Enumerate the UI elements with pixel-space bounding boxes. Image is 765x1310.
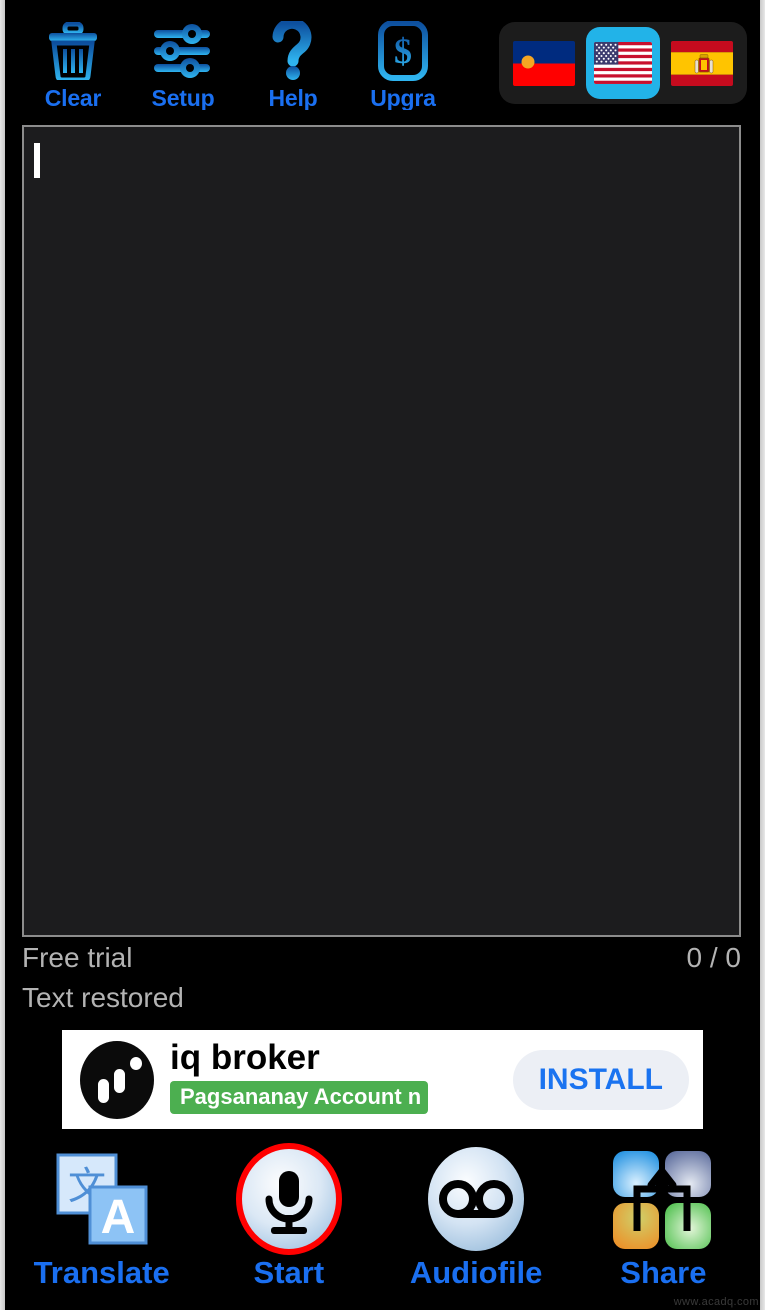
liechtenstein-flag-icon xyxy=(513,40,576,86)
setup-button-label: Setup xyxy=(151,87,215,110)
language-flag-tray xyxy=(499,22,747,104)
ad-title: iq broker xyxy=(170,1040,320,1078)
audiofile-label: Audiofile xyxy=(409,1255,543,1290)
united-states-flag-icon xyxy=(593,42,652,84)
voicemail-icon xyxy=(420,1143,532,1255)
flag-slot-spain[interactable] xyxy=(665,27,739,99)
text-caret xyxy=(34,143,40,178)
sliders-icon xyxy=(152,20,214,82)
clear-button[interactable]: Clear xyxy=(18,20,128,116)
status-trial-row: Free trial 0 / 0 xyxy=(22,944,741,972)
microphone-icon xyxy=(233,1143,345,1255)
status-message: Text restored xyxy=(22,982,184,1013)
translate-icon: 文 A xyxy=(50,1143,154,1255)
plan-label: Free trial xyxy=(22,942,133,973)
iq-broker-logo-icon xyxy=(80,1040,154,1119)
translate-button[interactable]: 文 A Translate xyxy=(12,1143,192,1288)
upgrade-button[interactable]: $ Upgra xyxy=(348,20,458,116)
clear-button-label: Clear xyxy=(44,87,102,110)
share-button[interactable]: Share xyxy=(573,1143,753,1288)
start-label: Start xyxy=(253,1255,325,1290)
setup-button[interactable]: Setup xyxy=(128,20,238,116)
dollar-square-icon: $ xyxy=(372,20,434,82)
svg-text:$: $ xyxy=(394,31,412,71)
share-label: Share xyxy=(620,1255,707,1290)
spain-flag-icon xyxy=(670,40,733,86)
help-button[interactable]: Help xyxy=(238,20,348,116)
svg-text:A: A xyxy=(100,1191,135,1244)
flag-slot-united-states[interactable] xyxy=(585,27,660,99)
upgrade-button-label: Upgra xyxy=(370,87,436,110)
help-button-label: Help xyxy=(268,87,318,110)
bottom-nav: 文 A Translate Start Audiofile Share xyxy=(0,1143,765,1303)
top-toolbar: Clear Setup Help $ Upgra xyxy=(0,0,765,122)
flag-slot-liechtenstein[interactable] xyxy=(507,27,581,99)
transcription-textarea[interactable] xyxy=(22,125,741,937)
site-watermark: www.acadq.com xyxy=(673,1296,759,1308)
question-mark-icon xyxy=(269,20,317,82)
start-record-button[interactable]: Start xyxy=(199,1143,379,1288)
ad-badge: Pagsananay Account n xyxy=(170,1080,428,1114)
left-edge-strip xyxy=(0,0,5,1310)
right-edge-strip xyxy=(760,0,765,1310)
app-root: Clear Setup Help $ Upgra Free trial 0 / … xyxy=(0,0,765,1310)
audiofile-button[interactable]: Audiofile xyxy=(386,1143,566,1288)
translate-label: Translate xyxy=(33,1255,170,1290)
ad-banner[interactable]: iq broker Pagsananay Account n INSTALL xyxy=(62,1030,703,1129)
ad-install-button[interactable]: INSTALL xyxy=(512,1049,689,1110)
ad-text-block: iq broker Pagsananay Account n xyxy=(170,1040,513,1119)
word-counter: 0 / 0 xyxy=(686,942,741,973)
status-message-row: Text restored xyxy=(22,984,741,1012)
share-icon xyxy=(607,1143,719,1255)
trash-icon xyxy=(45,20,101,82)
